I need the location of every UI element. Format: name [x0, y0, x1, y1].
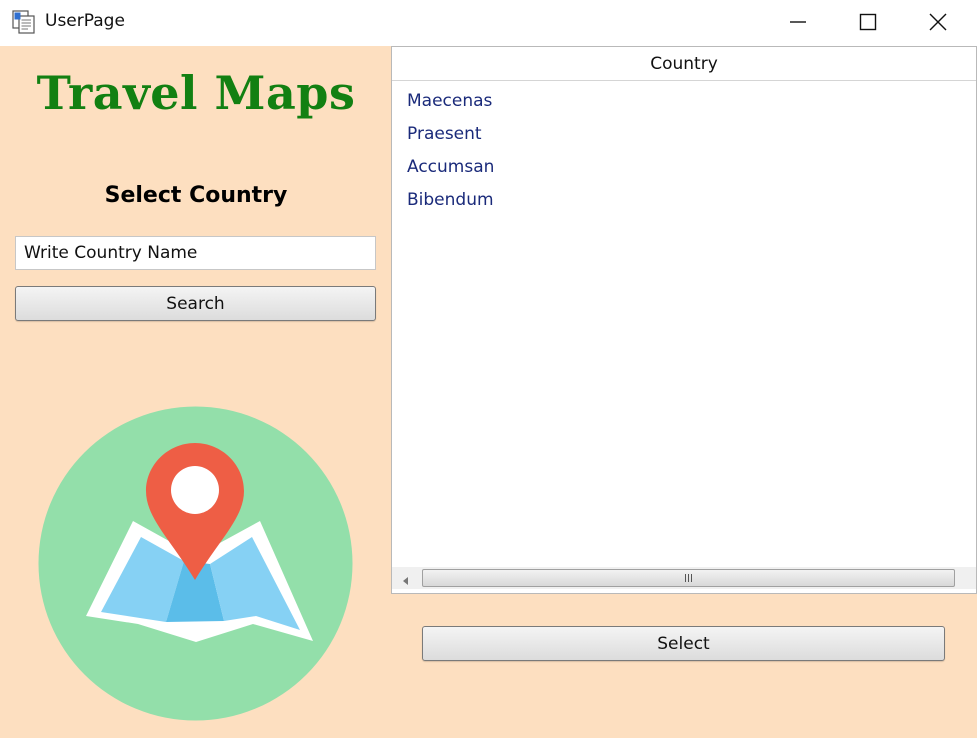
- minimize-icon: [789, 13, 807, 31]
- window-title: UserPage: [45, 11, 125, 31]
- close-icon: [929, 13, 947, 31]
- app-title: Travel Maps: [36, 66, 356, 120]
- list-item[interactable]: Maecenas: [392, 87, 976, 120]
- list-item[interactable]: Accumsan: [392, 153, 976, 186]
- app-window: UserPage Travel Maps Select Country Sear…: [0, 0, 977, 738]
- scroll-left-icon[interactable]: [400, 572, 410, 585]
- list-item[interactable]: Praesent: [392, 120, 976, 153]
- select-country-heading: Select Country: [104, 183, 288, 208]
- title-bar: UserPage: [0, 0, 977, 46]
- search-button[interactable]: Search: [15, 286, 376, 321]
- horizontal-scrollbar[interactable]: [392, 567, 976, 589]
- close-button[interactable]: [903, 0, 973, 44]
- list-item[interactable]: Bibendum: [392, 186, 976, 219]
- country-search-input[interactable]: [15, 236, 376, 270]
- maximize-icon: [859, 13, 877, 31]
- country-list-items: Maecenas Praesent Accumsan Bibendum: [392, 87, 976, 219]
- minimize-button[interactable]: [763, 0, 833, 44]
- country-column-header[interactable]: Country: [392, 47, 976, 81]
- scrollbar-thumb[interactable]: [422, 569, 955, 587]
- country-list[interactable]: Country Maecenas Praesent Accumsan Biben…: [391, 46, 977, 594]
- select-button[interactable]: Select: [422, 626, 945, 661]
- maximize-button[interactable]: [833, 0, 903, 44]
- map-pin-icon: [38, 406, 353, 721]
- main-content: Travel Maps Select Country Search Countr…: [0, 46, 977, 738]
- grip-icon: [685, 574, 692, 582]
- app-icon: [12, 10, 36, 34]
